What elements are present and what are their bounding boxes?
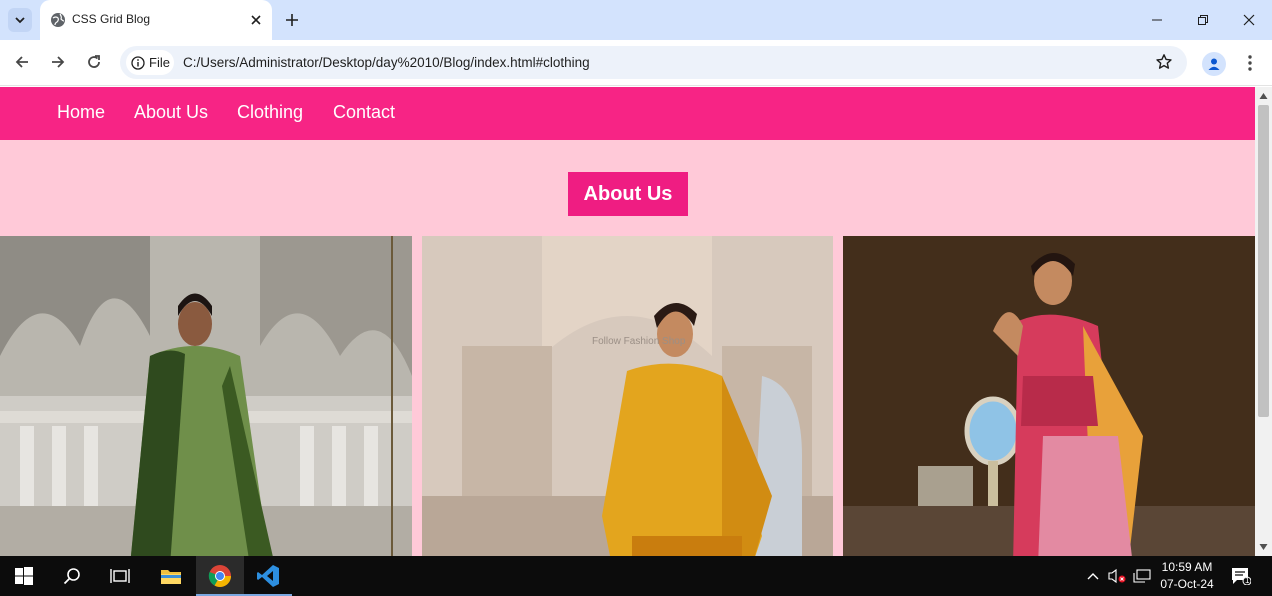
- close-icon: [1243, 14, 1255, 26]
- task-view-icon: [110, 569, 130, 583]
- volume-button[interactable]: [1106, 556, 1128, 596]
- nav-link-clothing[interactable]: Clothing: [237, 102, 303, 123]
- scroll-up-icon[interactable]: [1259, 92, 1268, 100]
- show-hidden-icons-button[interactable]: [1084, 556, 1102, 596]
- windows-taskbar: 10:59 AM 07-Oct-24 1: [0, 556, 1272, 596]
- close-window-button[interactable]: [1226, 0, 1272, 40]
- chevron-up-icon: [1087, 573, 1099, 580]
- chrome-taskbar-button[interactable]: [196, 556, 244, 596]
- gallery-photo-yellow-saree: Follow Fashion Shop: [422, 236, 833, 556]
- search-button[interactable]: [48, 556, 96, 596]
- system-clock[interactable]: 10:59 AM 07-Oct-24: [1156, 559, 1218, 593]
- nav-link-home[interactable]: Home: [57, 102, 105, 123]
- tab-strip: CSS Grid Blog: [0, 0, 1272, 40]
- bookmark-star-icon[interactable]: [1155, 53, 1173, 71]
- network-button[interactable]: [1131, 556, 1153, 596]
- clock-date: 07-Oct-24: [1160, 577, 1214, 591]
- volume-muted-icon: [1108, 568, 1126, 584]
- nav-link-about-us[interactable]: About Us: [134, 102, 208, 123]
- clock-time: 10:59 AM: [1161, 560, 1213, 574]
- folder-icon: [161, 570, 181, 584]
- section-heading: About Us: [568, 172, 688, 216]
- windows-logo-icon: [15, 567, 33, 585]
- new-tab-icon[interactable]: [283, 11, 301, 29]
- file-explorer-button[interactable]: [147, 556, 195, 596]
- gallery-photo-green-saree: [0, 236, 412, 556]
- minimize-button[interactable]: [1134, 0, 1180, 40]
- search-icon: [63, 568, 80, 585]
- close-tab-icon[interactable]: [248, 12, 264, 28]
- minimize-icon: [1152, 19, 1162, 21]
- url-text[interactable]: C:/Users/Administrator/Desktop/day%2010/…: [183, 55, 590, 70]
- vscode-icon: [257, 565, 279, 587]
- address-bar[interactable]: File C:/Users/Administrator/Desktop/day%…: [120, 46, 1187, 79]
- photo-watermark: Follow Fashion Shop: [592, 336, 686, 347]
- network-icon: [1133, 569, 1151, 583]
- page-scrollbar[interactable]: [1255, 87, 1272, 556]
- back-button[interactable]: [12, 52, 32, 72]
- gallery-photo-pink-saree: [843, 236, 1255, 556]
- arrow-left-icon: [15, 56, 28, 68]
- nav-link-contact[interactable]: Contact: [333, 102, 395, 123]
- vscode-taskbar-button[interactable]: [244, 556, 292, 596]
- restore-button[interactable]: [1180, 0, 1226, 40]
- site-info-label: File: [149, 55, 170, 70]
- tab-search-button[interactable]: [8, 8, 32, 32]
- chevron-down-icon: [15, 17, 25, 24]
- browser-menu-button[interactable]: [1240, 52, 1260, 74]
- task-view-button[interactable]: [96, 556, 144, 596]
- reload-button[interactable]: [84, 52, 104, 72]
- info-icon: [131, 55, 145, 70]
- more-vert-icon: [1248, 55, 1252, 71]
- notification-center-button[interactable]: 1: [1226, 556, 1256, 596]
- globe-icon: [51, 13, 65, 27]
- tab-title: CSS Grid Blog: [72, 12, 151, 26]
- scrollbar-thumb[interactable]: [1258, 105, 1269, 417]
- reload-icon: [88, 55, 100, 68]
- notification-count: 1: [1245, 576, 1250, 585]
- browser-tab-active[interactable]: CSS Grid Blog: [40, 0, 272, 40]
- browser-toolbar: File C:/Users/Administrator/Desktop/day%…: [0, 40, 1272, 86]
- arrow-right-icon: [52, 56, 65, 68]
- forward-button[interactable]: [48, 52, 68, 72]
- person-icon: [1208, 58, 1220, 70]
- profile-avatar[interactable]: [1202, 52, 1226, 76]
- restore-icon: [1198, 15, 1208, 25]
- chrome-icon: [208, 565, 231, 587]
- page-viewport: Home About Us Clothing Contact About Us: [0, 87, 1255, 556]
- scroll-down-icon[interactable]: [1259, 543, 1268, 551]
- start-button[interactable]: [0, 556, 48, 596]
- site-info-chip[interactable]: File: [126, 50, 174, 75]
- site-navbar: Home About Us Clothing Contact: [0, 87, 1255, 140]
